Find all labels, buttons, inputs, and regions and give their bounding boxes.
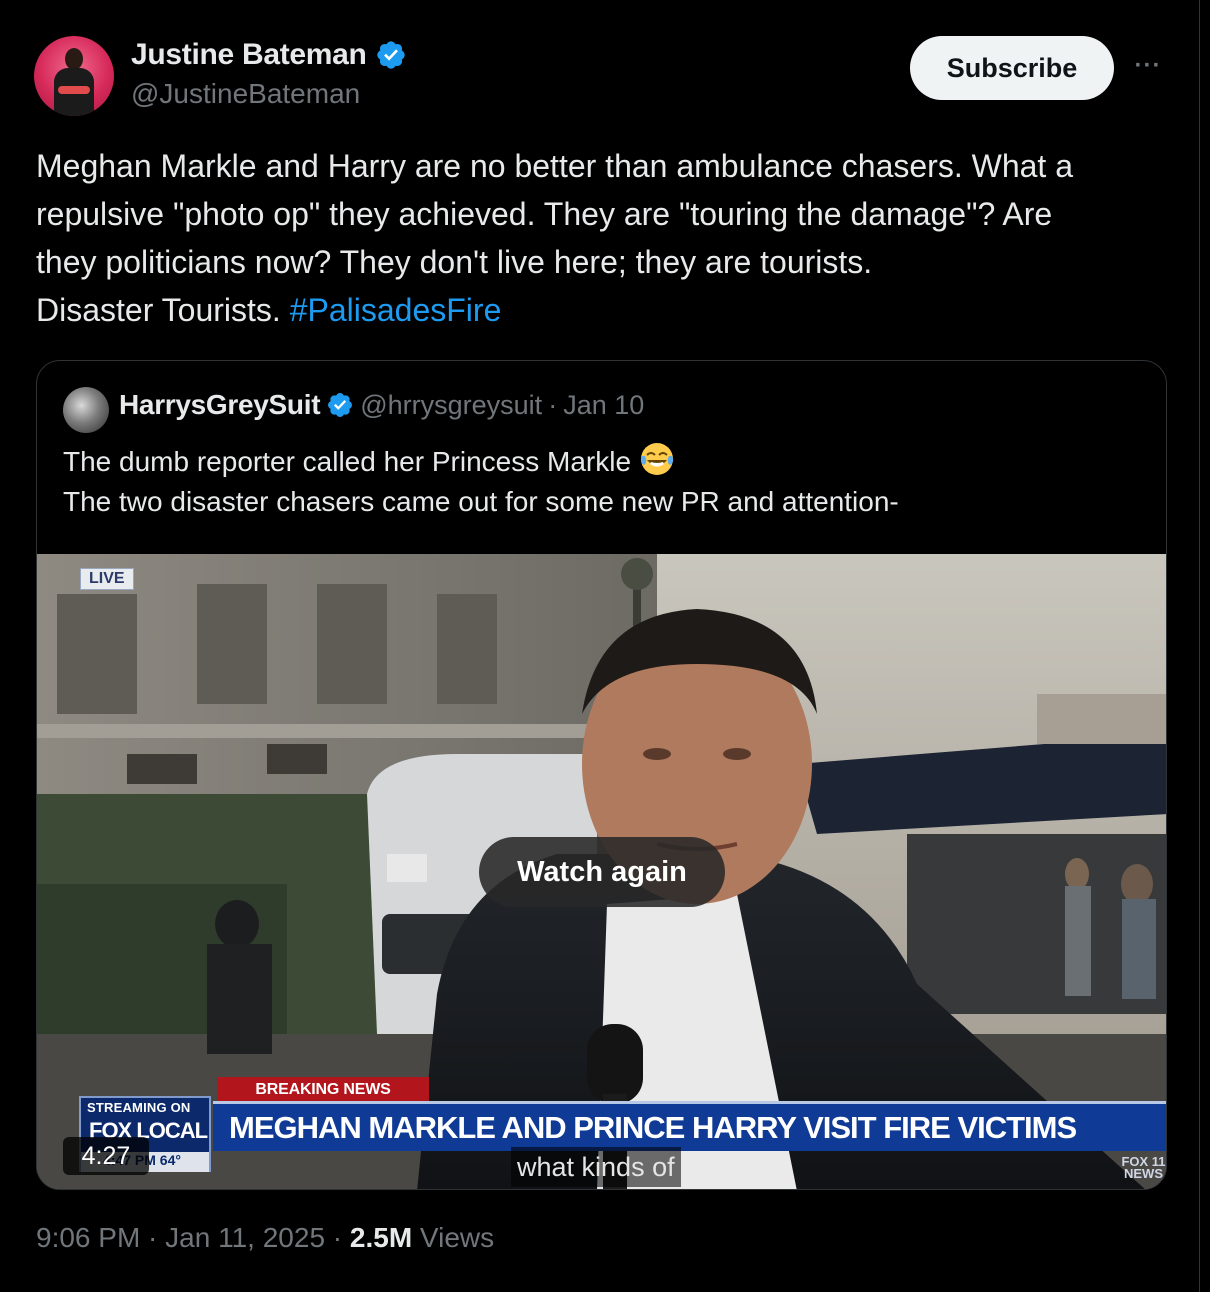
tweet-text-line: repulsive "photo op" they achieved. They… — [36, 196, 1053, 232]
verified-badge-icon — [328, 393, 353, 417]
quoted-separator: · — [548, 389, 558, 420]
hashtag-link[interactable]: #PalisadesFire — [290, 292, 502, 328]
quoted-text-fragment: The dumb reporter called her Princess Ma… — [63, 446, 632, 477]
streaming-label: STREAMING ON — [87, 1100, 191, 1115]
subscribe-button[interactable]: Subscribe — [910, 36, 1114, 100]
quoted-date[interactable]: Jan 10 — [563, 390, 644, 421]
face-with-tears-of-joy-icon — [640, 443, 673, 475]
quoted-author-avatar[interactable] — [63, 387, 109, 433]
video-caption: what kinds of — [511, 1147, 681, 1187]
tweet-text-line: Meghan Markle and Harry are no better th… — [36, 148, 1073, 184]
quoted-header: HarrysGreySuit @hrrysgreysuit · Jan 10 — [119, 389, 644, 421]
quoted-text: The dumb reporter called her Princess Ma… — [63, 441, 1143, 522]
views-label: Views — [412, 1222, 495, 1253]
quoted-handle: @hrrysgreysuit — [360, 389, 543, 420]
avatar-head — [65, 48, 83, 70]
author-display-name[interactable]: Justine Bateman — [131, 38, 367, 72]
tweet-detail: Justine Bateman @JustineBateman Subscrib… — [0, 0, 1200, 1292]
watch-again-button[interactable]: Watch again — [479, 837, 725, 907]
author-name-row: Justine Bateman — [131, 38, 407, 72]
tweet-date[interactable]: Jan 11, 2025 — [165, 1222, 325, 1253]
tweet-meta: 9:06 PM · Jan 11, 2025 · 2.5M Views — [36, 1222, 494, 1254]
tweet-text-line: they politicians now? They don't live he… — [36, 244, 873, 280]
tweet-text: Meghan Markle and Harry are no better th… — [36, 142, 1176, 334]
author-handle[interactable]: @JustineBateman — [131, 78, 360, 110]
video-duration-badge: 4:27 — [63, 1137, 149, 1175]
quoted-tweet-card[interactable]: HarrysGreySuit @hrrysgreysuit · Jan 10 T… — [36, 360, 1167, 1190]
views-count: 2.5M — [349, 1222, 413, 1253]
meta-separator: · — [140, 1222, 166, 1253]
avatar-shirt-print — [58, 86, 90, 94]
quoted-text-line: The two disaster chasers came out for so… — [63, 486, 899, 517]
station-logo: FOX 11 NEWS — [1121, 1154, 1166, 1181]
news-headline: MEGHAN MARKLE AND PRINCE HARRY VISIT FIR… — [213, 1101, 1166, 1151]
quoted-text-line: The dumb reporter called her Princess Ma… — [63, 441, 1143, 482]
tweet-time[interactable]: 9:06 PM — [36, 1222, 140, 1253]
tweet-text-line: Disaster Tourists. #PalisadesFire — [36, 286, 1176, 334]
tweet-text-fragment: Disaster Tourists. — [36, 292, 290, 328]
meta-separator: · — [325, 1222, 350, 1253]
breaking-news-label: BREAKING NEWS — [217, 1077, 429, 1103]
author-avatar[interactable] — [34, 36, 114, 116]
news-lower-third: BREAKING NEWS STREAMING ON FOX LOCAL 4:4… — [37, 1074, 1166, 1189]
live-tag: LIVE — [80, 568, 134, 590]
verified-badge-icon[interactable] — [375, 39, 407, 71]
quoted-display-name[interactable]: HarrysGreySuit — [119, 389, 321, 421]
more-options-icon[interactable]: ··· — [1130, 52, 1166, 82]
video-player[interactable]: LIVE Watch again BREAKING NEWS STREAMING… — [37, 554, 1166, 1189]
